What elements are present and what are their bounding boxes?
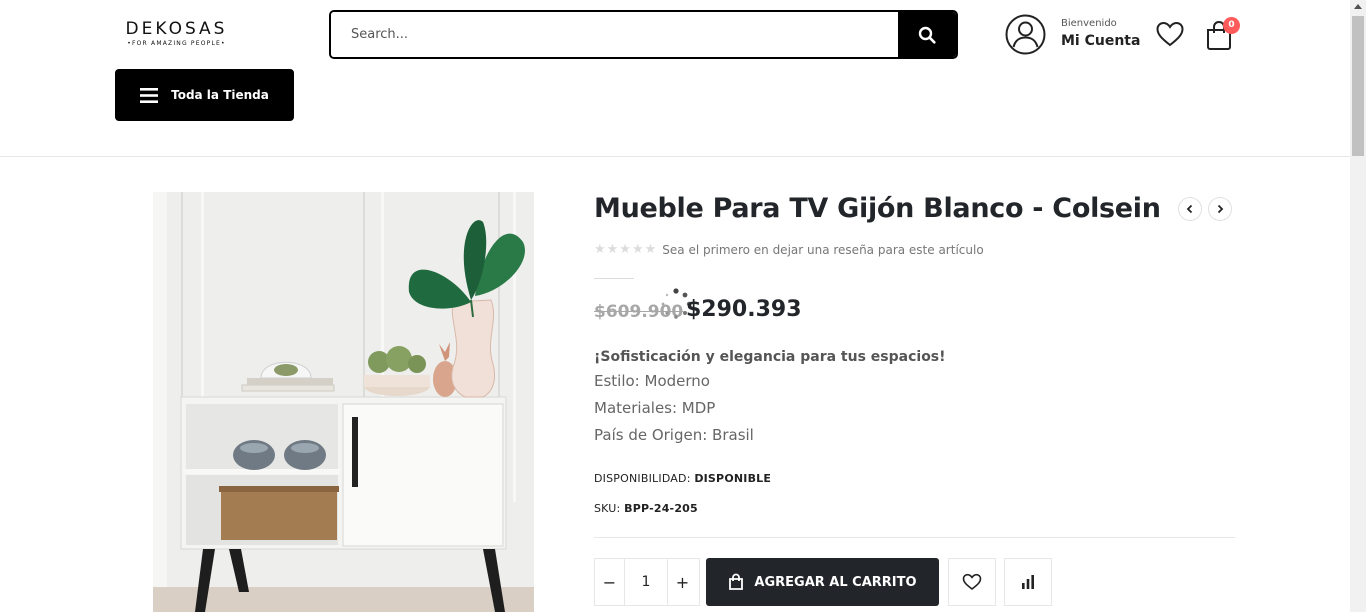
- account-link[interactable]: Bienvenido Mi Cuenta: [1005, 14, 1140, 55]
- product-title: Mueble Para TV Gijón Blanco - Colsein: [594, 193, 1161, 224]
- product-image[interactable]: [153, 192, 534, 612]
- quantity-decrease-button[interactable]: −: [595, 559, 624, 605]
- logo-tagline: •FOR AMAZING PEOPLE•: [127, 40, 226, 47]
- chevron-right-icon: [1217, 204, 1224, 214]
- add-to-cart-button[interactable]: AGREGAR AL CARRITO: [706, 558, 939, 606]
- add-to-wishlist-button[interactable]: [948, 558, 996, 606]
- prev-product-button[interactable]: [1178, 197, 1202, 221]
- scroll-up-arrow-icon[interactable]: [1354, 4, 1362, 9]
- search-input[interactable]: [331, 12, 899, 57]
- availability-label: DISPONIBILIDAD:: [594, 472, 691, 485]
- chevron-left-icon: [1186, 204, 1193, 214]
- product-description: ¡Sofisticación y elegancia para tus espa…: [594, 346, 1234, 449]
- rating-stars: ★★★★★: [594, 242, 658, 257]
- site-header: DEKOSAS •FOR AMAZING PEOPLE• Bienvenido …: [0, 0, 1350, 157]
- all-store-label: Toda la Tienda: [171, 88, 269, 102]
- page-scrollbar[interactable]: [1350, 0, 1366, 612]
- account-greeting: Bienvenido: [1061, 17, 1117, 29]
- divider-short: [594, 278, 634, 279]
- cart-count-badge: 0: [1223, 17, 1240, 34]
- heart-icon: [962, 573, 982, 591]
- scrollbar-thumb[interactable]: [1352, 16, 1364, 156]
- availability: DISPONIBILIDAD: DISPONIBLE: [594, 472, 771, 485]
- quantity-input[interactable]: [624, 559, 668, 605]
- description-style: Estilo: Moderno: [594, 372, 710, 390]
- account-label: Mi Cuenta: [1061, 32, 1141, 49]
- description-materials: Materiales: MDP: [594, 399, 716, 417]
- site-logo[interactable]: DEKOSAS •FOR AMAZING PEOPLE•: [119, 19, 234, 47]
- add-to-compare-button[interactable]: [1004, 558, 1052, 606]
- quantity-increase-button[interactable]: +: [668, 559, 697, 605]
- user-icon: [1005, 14, 1046, 55]
- heart-icon[interactable]: [1155, 20, 1185, 48]
- search-button[interactable]: [898, 12, 956, 57]
- add-to-cart-label: AGREGAR AL CARRITO: [754, 574, 917, 590]
- search-bar: [329, 10, 958, 59]
- shopping-bag-icon: [729, 573, 744, 590]
- logo-text: DEKOSAS: [125, 19, 228, 39]
- divider: [594, 537, 1235, 538]
- first-review-link[interactable]: Sea el primero en dejar una reseña para …: [662, 243, 983, 257]
- quantity-stepper: − +: [594, 558, 700, 606]
- hamburger-icon: [140, 87, 159, 103]
- account-text: Bienvenido Mi Cuenta: [1061, 18, 1140, 52]
- availability-value: DISPONIBLE: [694, 472, 772, 485]
- all-store-button[interactable]: Toda la Tienda: [115, 69, 294, 121]
- description-heading: ¡Sofisticación y elegancia para tus espa…: [594, 349, 946, 365]
- sku-value: BPP-24-205: [624, 502, 698, 515]
- sku-label: SKU:: [594, 502, 621, 515]
- search-icon: [918, 26, 936, 44]
- next-product-button[interactable]: [1208, 197, 1232, 221]
- product-photo: [153, 192, 534, 612]
- sku: SKU: BPP-24-205: [594, 502, 698, 515]
- product-ratings: ★★★★★ Sea el primero en dejar una reseña…: [594, 242, 984, 257]
- description-origin: País de Origen: Brasil: [594, 426, 754, 444]
- sale-price: $290.393: [686, 297, 802, 322]
- bar-chart-icon: [1022, 575, 1034, 589]
